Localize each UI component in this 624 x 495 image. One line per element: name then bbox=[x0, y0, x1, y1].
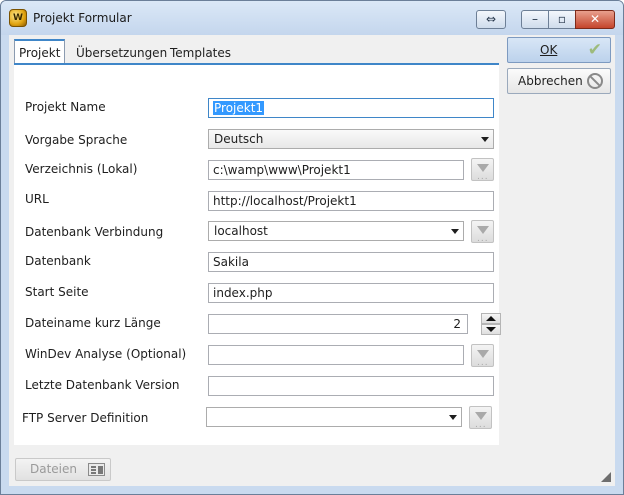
stepper-up-icon[interactable] bbox=[481, 313, 501, 324]
short-filename-length-stepper[interactable] bbox=[481, 313, 501, 335]
windev-analysis-input[interactable] bbox=[208, 345, 464, 365]
file-list-icon bbox=[88, 463, 105, 476]
last-db-version-label: Letzte Datenbank Version bbox=[25, 378, 180, 392]
ok-label: OK bbox=[540, 43, 558, 57]
db-connection-select[interactable]: localhost bbox=[208, 221, 464, 241]
ellipsis-icon: ... bbox=[477, 358, 489, 368]
restore-arrows-button[interactable]: ⇔ bbox=[476, 10, 506, 29]
db-connection-value: localhost bbox=[214, 224, 268, 238]
window-title: Projekt Formular bbox=[33, 11, 132, 25]
ok-button[interactable]: OK ✔ bbox=[507, 37, 611, 63]
dropdown-triangle-icon bbox=[477, 164, 489, 172]
database-label: Datenbank bbox=[25, 254, 91, 268]
ellipsis-icon: ... bbox=[477, 234, 489, 244]
cancel-label: Abbrechen bbox=[518, 74, 583, 88]
project-form-window: W Projekt Formular ⇔ – ▫ ✕ Projekt Übers… bbox=[0, 0, 624, 495]
dropdown-triangle-icon bbox=[477, 226, 489, 234]
short-filename-length-label: Dateiname kurz Länge bbox=[25, 316, 161, 330]
minimize-button[interactable]: – bbox=[521, 10, 549, 29]
default-language-label: Vorgabe Sprache bbox=[25, 133, 128, 147]
tab-projekt[interactable]: Projekt bbox=[14, 39, 66, 65]
close-button[interactable]: ✕ bbox=[575, 10, 615, 29]
cancel-button[interactable]: Abbrechen bbox=[507, 68, 611, 94]
default-language-value: Deutsch bbox=[214, 132, 264, 146]
project-name-input[interactable]: Projekt1 bbox=[208, 98, 494, 118]
default-language-select[interactable]: Deutsch bbox=[208, 129, 494, 149]
last-db-version-input[interactable] bbox=[208, 376, 494, 396]
tab-strip: Projekt Übersetzungen Templates bbox=[14, 39, 499, 65]
directory-label: Verzeichnis (Lokal) bbox=[25, 162, 138, 176]
files-label: Dateien bbox=[30, 462, 78, 476]
ftp-server-label: FTP Server Definition bbox=[22, 411, 149, 425]
windev-analysis-picker-button[interactable]: ... bbox=[471, 344, 494, 368]
files-button[interactable]: Dateien bbox=[15, 458, 111, 481]
resize-grip-icon[interactable] bbox=[601, 472, 611, 482]
chevron-down-icon bbox=[449, 415, 457, 420]
windev-logo-icon: W bbox=[9, 9, 27, 27]
title-bar[interactable]: W Projekt Formular ⇔ – ▫ ✕ bbox=[1, 1, 623, 35]
checkmark-icon: ✔ bbox=[587, 40, 602, 60]
client-area: Projekt Übersetzungen Templates Projekt … bbox=[9, 35, 615, 486]
ftp-server-select[interactable] bbox=[206, 407, 462, 427]
project-name-value: Projekt1 bbox=[213, 101, 265, 115]
db-connection-picker-button[interactable]: ... bbox=[471, 220, 494, 244]
chevron-down-icon bbox=[481, 137, 489, 142]
no-entry-icon bbox=[587, 73, 603, 89]
dropdown-triangle-icon bbox=[475, 412, 487, 420]
db-connection-label: Datenbank Verbindung bbox=[25, 225, 164, 239]
tab-templates[interactable]: Templates bbox=[166, 42, 235, 64]
start-page-input[interactable]: index.php bbox=[208, 283, 494, 303]
short-filename-length-input[interactable]: 2 bbox=[208, 314, 468, 334]
chevron-down-icon bbox=[451, 229, 459, 234]
ellipsis-icon: ... bbox=[477, 172, 489, 182]
stepper-down-icon[interactable] bbox=[481, 324, 501, 335]
url-input[interactable]: http://localhost/Projekt1 bbox=[208, 191, 494, 211]
start-page-label: Start Seite bbox=[25, 285, 89, 299]
database-input[interactable]: Sakila bbox=[208, 252, 494, 272]
project-name-label: Projekt Name bbox=[25, 100, 106, 114]
tab-uebersetzungen[interactable]: Übersetzungen bbox=[72, 42, 171, 64]
maximize-button[interactable]: ▫ bbox=[548, 10, 576, 29]
projekt-tab-panel: Projekt Name Projekt1 Vorgabe Sprache De… bbox=[14, 65, 501, 445]
directory-input[interactable]: c:\wamp\www\Projekt1 bbox=[208, 160, 464, 180]
dropdown-triangle-icon bbox=[477, 350, 489, 358]
directory-picker-button[interactable]: ... bbox=[471, 158, 494, 182]
ftp-server-picker-button[interactable]: ... bbox=[469, 406, 492, 430]
ellipsis-icon: ... bbox=[475, 420, 487, 430]
windev-analysis-label: WinDev Analyse (Optional) bbox=[25, 347, 187, 361]
url-label: URL bbox=[25, 192, 49, 206]
